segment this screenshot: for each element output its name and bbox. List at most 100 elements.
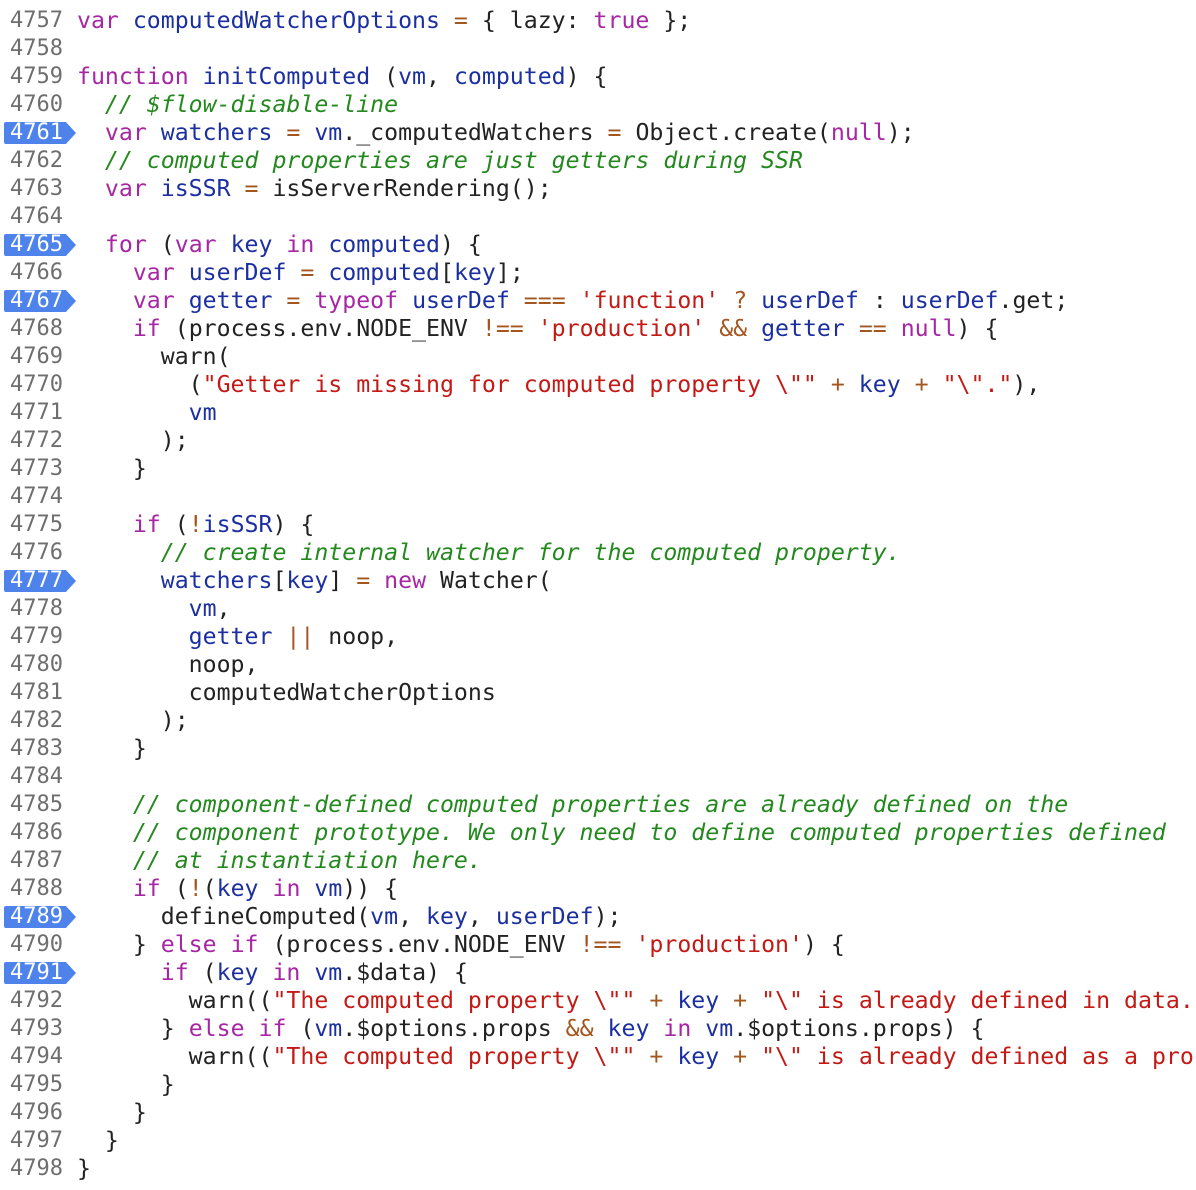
code-line: 4781 computedWatcherOptions: [0, 679, 1196, 707]
line-number: 4757: [10, 8, 63, 33]
code-line: 4784: [0, 763, 1196, 791]
line-gutter[interactable]: 4769: [0, 343, 76, 371]
line-gutter[interactable]: 4790: [0, 931, 76, 959]
line-gutter[interactable]: 4772: [0, 427, 76, 455]
breakpoint-gutter[interactable]: 4765: [0, 231, 76, 259]
line-gutter[interactable]: 4787: [0, 847, 76, 875]
line-gutter[interactable]: 4797: [0, 1127, 76, 1155]
line-gutter[interactable]: 4796: [0, 1099, 76, 1127]
line-gutter[interactable]: 4794: [0, 1043, 76, 1071]
line-gutter[interactable]: 4776: [0, 539, 76, 567]
code-token: );: [77, 707, 189, 734]
line-gutter[interactable]: 4782: [0, 707, 76, 735]
code-token: userDef: [900, 287, 999, 314]
code-token: computed: [328, 259, 440, 286]
line-gutter[interactable]: 4784: [0, 763, 76, 791]
line-gutter[interactable]: 4768: [0, 315, 76, 343]
line-number: 4760: [10, 92, 63, 117]
line-gutter[interactable]: 4785: [0, 791, 76, 819]
line-gutter[interactable]: 4788: [0, 875, 76, 903]
line-gutter[interactable]: 4778: [0, 595, 76, 623]
breakpoint-gutter[interactable]: 4761: [0, 119, 76, 147]
breakpoint-gutter[interactable]: 4791: [0, 959, 76, 987]
code-token: getter: [188, 287, 273, 314]
code-text: }: [77, 735, 147, 763]
line-number: 4764: [10, 204, 63, 229]
code-token: (: [300, 1015, 315, 1042]
line-gutter[interactable]: 4795: [0, 1071, 76, 1099]
code-token: (: [77, 371, 203, 398]
code-line: 4796 }: [0, 1099, 1196, 1127]
code-token: vm: [314, 119, 343, 146]
line-gutter[interactable]: 4798: [0, 1155, 76, 1183]
code-token: userDef: [188, 259, 287, 286]
code-line: 4767 var getter = typeof userDef === 'fu…: [0, 287, 1196, 315]
line-gutter[interactable]: 4783: [0, 735, 76, 763]
line-gutter[interactable]: 4779: [0, 623, 76, 651]
code-token: +: [719, 987, 762, 1014]
code-text: }: [77, 455, 147, 483]
line-gutter[interactable]: 4781: [0, 679, 76, 707]
line-number: 4796: [10, 1100, 63, 1125]
line-gutter[interactable]: 4764: [0, 203, 76, 231]
code-text: }: [77, 1127, 119, 1155]
line-gutter[interactable]: 4780: [0, 651, 76, 679]
code-token: in: [258, 875, 315, 902]
code-text: function initComputed (vm, computed) {: [77, 63, 608, 91]
breakpoint-gutter[interactable]: 4789: [0, 903, 76, 931]
code-token: ];: [495, 259, 524, 286]
code-token: ===: [509, 287, 580, 314]
code-text: // computed properties are just getters …: [77, 147, 803, 175]
code-line: 4794 warn(("The computed property \"" + …: [0, 1043, 1196, 1071]
code-token: 'function': [579, 287, 720, 314]
line-gutter[interactable]: 4786: [0, 819, 76, 847]
line-gutter[interactable]: 4758: [0, 35, 76, 63]
line-gutter[interactable]: 4763: [0, 175, 76, 203]
line-gutter[interactable]: 4775: [0, 511, 76, 539]
line-gutter[interactable]: 4774: [0, 483, 76, 511]
code-token: }: [77, 1099, 147, 1126]
line-gutter[interactable]: 4762: [0, 147, 76, 175]
code-line: 4760 // $flow-disable-line: [0, 91, 1196, 119]
line-number: 4776: [10, 540, 63, 565]
code-token: +: [816, 371, 859, 398]
line-gutter[interactable]: 4757: [0, 7, 76, 35]
code-token: typeof: [314, 287, 413, 314]
code-token: (: [174, 875, 189, 902]
code-editor[interactable]: 4757 var computedWatcherOptions = { lazy:…: [0, 0, 1196, 1190]
code-token: Object.create(: [621, 119, 831, 146]
code-text: computedWatcherOptions: [77, 679, 496, 707]
code-token: +: [719, 1043, 762, 1070]
code-token: }: [77, 1015, 189, 1042]
code-token: userDef: [412, 287, 510, 314]
breakpoint-gutter[interactable]: 4777: [0, 567, 76, 595]
line-gutter[interactable]: 4771: [0, 399, 76, 427]
code-token: else if: [160, 931, 273, 958]
code-line: 4774: [0, 483, 1196, 511]
code-token: =: [286, 259, 329, 286]
line-number: 4780: [10, 652, 63, 677]
line-gutter[interactable]: 4792: [0, 987, 76, 1015]
line-gutter[interactable]: 4766: [0, 259, 76, 287]
code-token: userDef: [761, 287, 859, 314]
code-line: 4759 function initComputed (vm, computed)…: [0, 63, 1196, 91]
code-token: );: [77, 427, 189, 454]
line-number: 4797: [10, 1128, 63, 1153]
code-token: ==: [844, 315, 901, 342]
code-token: key: [858, 371, 901, 398]
line-number: 4766: [10, 260, 63, 285]
line-gutter[interactable]: 4760: [0, 91, 76, 119]
line-number: 4772: [10, 428, 63, 453]
code-token: isSSR: [160, 175, 231, 202]
breakpoint-gutter[interactable]: 4767: [0, 287, 76, 315]
code-token: in: [258, 959, 315, 986]
line-number: 4758: [10, 36, 63, 61]
line-gutter[interactable]: 4759: [0, 63, 76, 91]
code-line: 4778 vm,: [0, 595, 1196, 623]
code-token: watchers: [77, 567, 273, 594]
code-token: ) {: [802, 931, 845, 958]
line-gutter[interactable]: 4773: [0, 455, 76, 483]
line-gutter[interactable]: 4793: [0, 1015, 76, 1043]
code-token: ||: [272, 623, 329, 650]
line-gutter[interactable]: 4770: [0, 371, 76, 399]
